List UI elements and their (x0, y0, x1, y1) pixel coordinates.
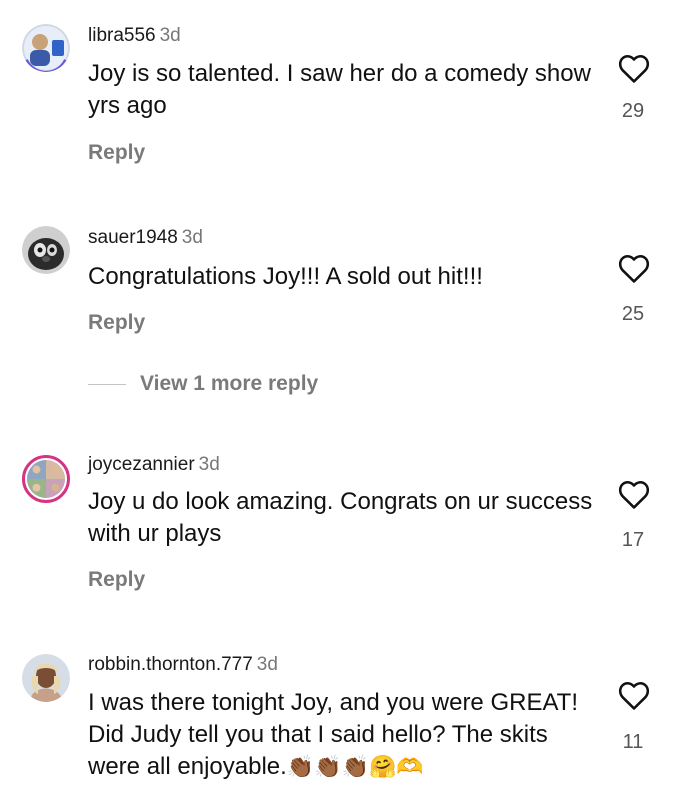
comment-header: sauer1948 3d (88, 226, 203, 250)
view-more-replies[interactable]: View 1 more reply (88, 371, 318, 397)
timestamp: 3d (198, 454, 220, 475)
comment-text: Joy u do look amazing. Congrats on ur su… (88, 488, 593, 547)
emoji-group: 👏🏾👏🏾👏🏾🤗🫶 (286, 754, 424, 779)
timestamp: 3d (159, 25, 181, 46)
comment-header: libra556 3d (88, 24, 181, 48)
view-more-label: View 1 more reply (140, 372, 319, 395)
heart-outline-icon[interactable] (617, 52, 651, 84)
username[interactable]: libra556 (88, 25, 156, 46)
username[interactable]: joycezannier (88, 454, 195, 475)
reply-button[interactable]: Reply (88, 311, 145, 335)
like-count: 29 (621, 100, 645, 122)
comment-text: I was there tonight Joy, and you were GR… (88, 687, 598, 783)
heart-outline-icon[interactable] (617, 252, 651, 284)
avatar[interactable] (22, 455, 70, 503)
timestamp: 3d (256, 654, 278, 675)
username[interactable]: robbin.thornton.777 (88, 654, 253, 675)
username[interactable]: sauer1948 (88, 227, 178, 248)
like-count: 25 (621, 303, 645, 325)
like-count: 17 (621, 529, 645, 551)
avatar[interactable] (22, 654, 70, 702)
heart-outline-icon[interactable] (617, 478, 651, 510)
heart-outline-icon[interactable] (617, 679, 651, 711)
comment-text: Congratulations Joy!!! A sold out hit!!! (88, 263, 483, 290)
timestamp: 3d (181, 227, 203, 248)
comment-text: Joy is so talented. I saw her do a comed… (88, 60, 591, 119)
reply-button[interactable]: Reply (88, 568, 145, 592)
reply-button[interactable]: Reply (88, 141, 145, 165)
comment-header: joycezannier 3d (88, 453, 220, 477)
comment-header: robbin.thornton.777 3d (88, 653, 278, 677)
divider (88, 383, 126, 385)
like-count: 11 (622, 731, 644, 753)
avatar[interactable] (22, 24, 70, 72)
avatar[interactable] (22, 226, 70, 274)
